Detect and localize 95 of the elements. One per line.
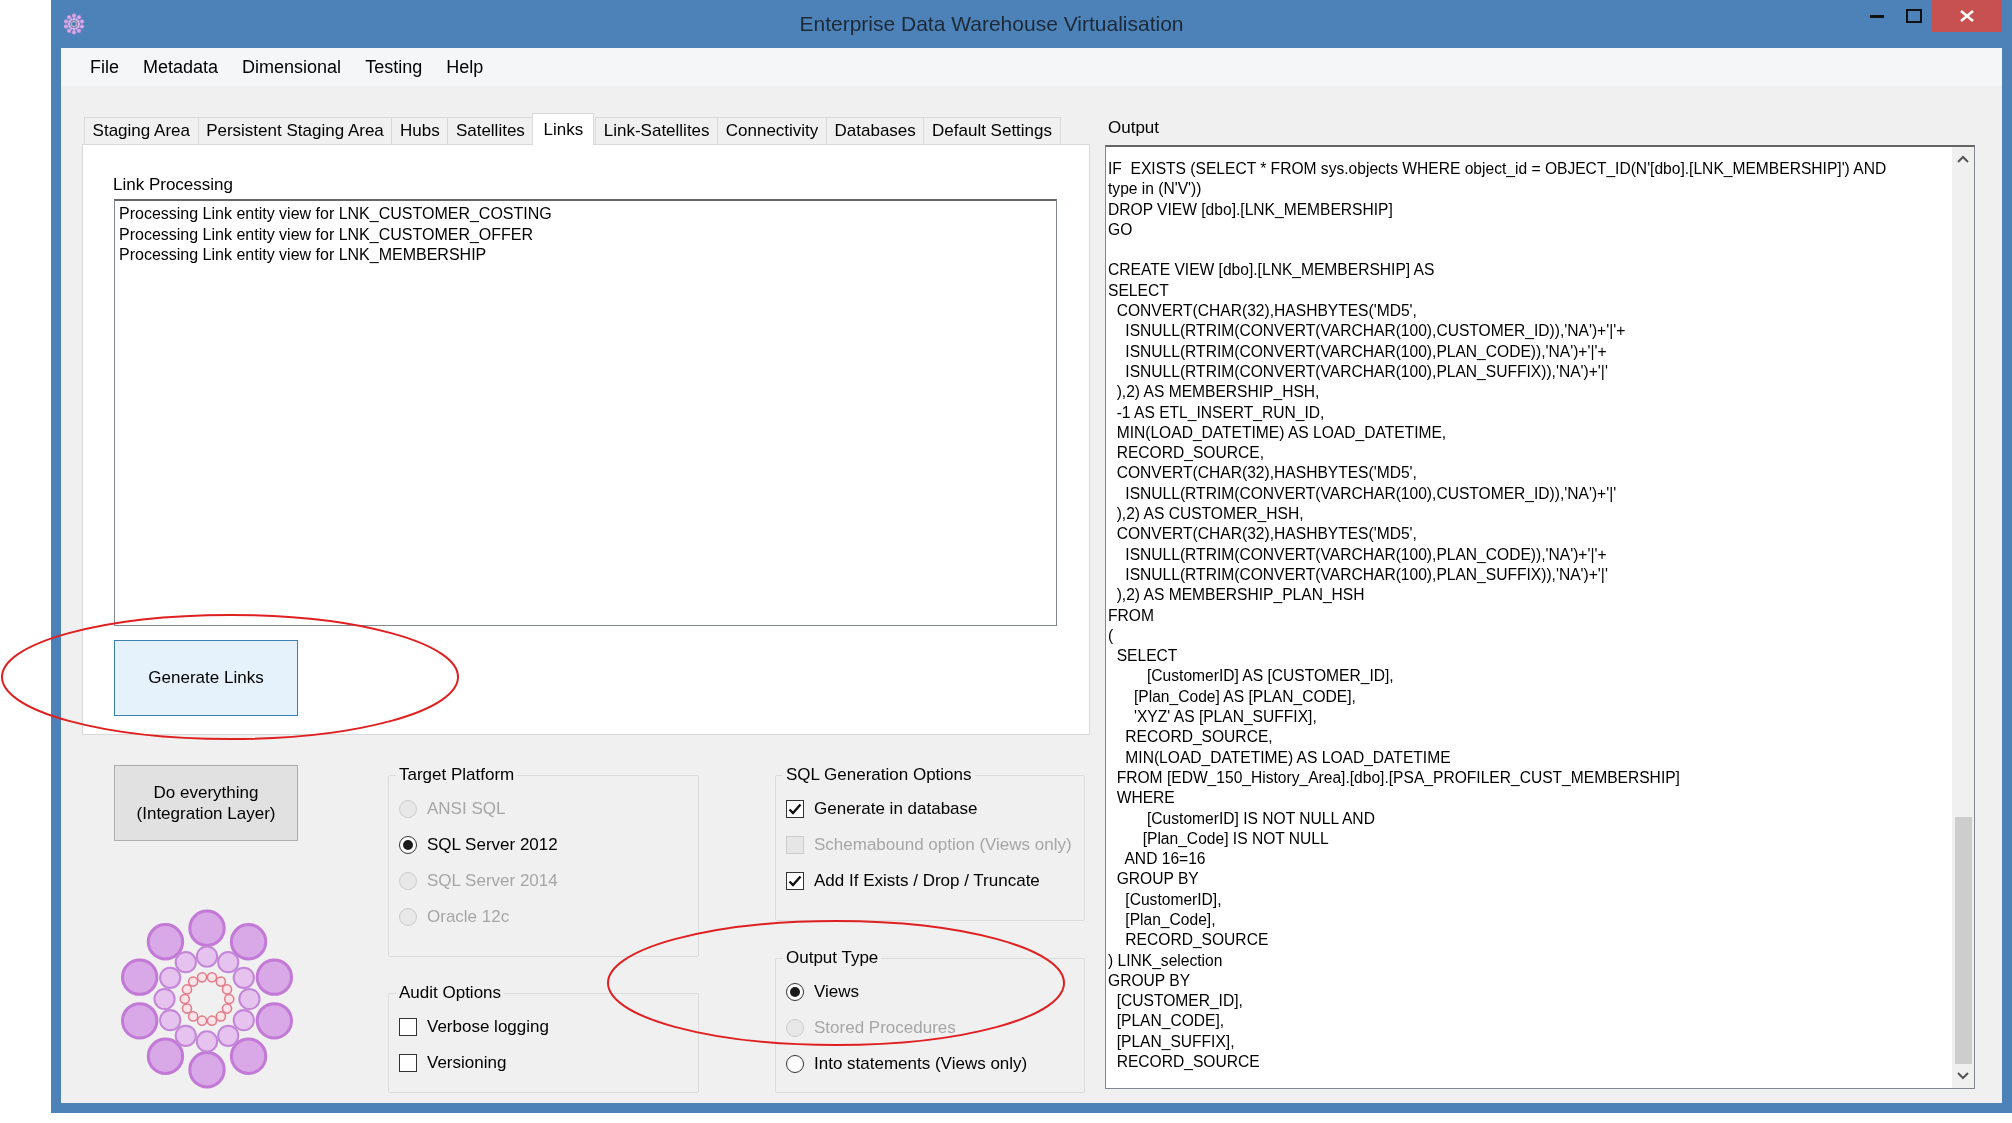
checkbox[interactable] [786, 872, 804, 890]
tab[interactable]: Link-Satellites [595, 117, 719, 144]
option-label: Schemabound option (Views only) [814, 835, 1072, 855]
code-line: -1 AS ETL_INSERT_RUN_ID, [1115, 402, 1326, 423]
generate-links-button[interactable]: Generate Links [114, 640, 298, 716]
menu-item[interactable]: File [78, 52, 131, 82]
option-label: SQL Server 2012 [427, 835, 558, 855]
code-line: ),2) AS MEMBERSHIP_PLAN_HSH [1115, 585, 1366, 606]
code-line: MIN(LOAD_DATETIME) AS LOAD_DATETIME [1124, 747, 1452, 768]
code-line: RECORD_SOURCE, [1115, 443, 1265, 464]
code-line: type in (N'V')) [1108, 179, 1203, 200]
option-label: Add If Exists / Drop / Truncate [814, 871, 1040, 891]
checkbox[interactable] [786, 800, 804, 818]
code-line: [Plan_Code] AS [PLAN_CODE], [1133, 686, 1357, 707]
menu-item[interactable]: Metadata [131, 52, 231, 82]
code-line: [CustomerID], [1124, 889, 1223, 910]
option-label: Verbose logging [427, 1017, 549, 1037]
code-line: ISNULL(RTRIM(CONVERT(VARCHAR(100),PLAN_CODE)),'NA')+'|'+ [1124, 341, 1608, 362]
scrollbar[interactable] [1952, 147, 1974, 1088]
code-line: IF EXISTS (SELECT * FROM sys.objects WHERE object_id = OBJECT_ID(N'[dbo].[LNK_MEMBERSHIP]') AND [1108, 159, 1888, 179]
scroll-thumb[interactable] [1954, 817, 1972, 1064]
menu-item[interactable]: Help [434, 52, 496, 82]
code-line: CONVERT(CHAR(32),HASHBYTES('MD5', [1115, 524, 1418, 545]
code-line: CREATE VIEW [dbo].[LNK_MEMBERSHIP] AS [1108, 260, 1436, 281]
option-label: Versioning [427, 1053, 507, 1073]
option-label: ANSI SQL [427, 799, 506, 819]
log-box[interactable]: Processing Link entity view for LNK_CUSTOMER_COSTING Processing Link entity view for LNK_CUSTOMER_OFFER Processing Link entity view for LNK_MEMBERSHIP [114, 199, 1057, 626]
code-line: ) LINK_selection [1108, 950, 1224, 971]
minimize-icon [1869, 14, 1884, 18]
code-line: [PLAN_SUFFIX], [1115, 1031, 1236, 1052]
code-line: ),2) AS CUSTOMER_HSH, [1115, 504, 1305, 525]
option-label: Generate in database [814, 799, 978, 819]
group-title: Output Type [785, 948, 880, 968]
code-line: ( [1108, 625, 1115, 646]
app-icon [63, 13, 85, 35]
code-line: SELECT [1115, 646, 1179, 667]
code-line: [Plan_Code] IS NOT NULL [1141, 828, 1330, 849]
code-line: ISNULL(RTRIM(CONVERT(VARCHAR(100),CUSTOMER_ID)),'NA')+'|' [1124, 483, 1618, 504]
code-line: AND 16=16 [1123, 849, 1207, 870]
close-button[interactable] [1932, 0, 2002, 32]
group-title: Audit Options [398, 983, 503, 1003]
code-line: ),2) AS MEMBERSHIP_HSH, [1115, 382, 1321, 403]
output-label: Output [1107, 118, 1161, 139]
maximize-icon [1905, 9, 1922, 23]
tab[interactable]: Default Settings [923, 117, 1061, 144]
menu-item[interactable]: Testing [353, 52, 435, 82]
code-line: [Plan_Code], [1124, 910, 1217, 930]
code-line: WHERE [1115, 788, 1176, 809]
close-icon [1960, 10, 1974, 22]
option-label: Into statements (Views only) [814, 1054, 1028, 1074]
option-label: Stored Procedures [814, 1018, 956, 1038]
code-line: CONVERT(CHAR(32),HASHBYTES('MD5', [1115, 463, 1418, 484]
group-title: SQL Generation Options [785, 765, 973, 785]
code-line: 'XYZ' AS [PLAN_SUFFIX], [1133, 707, 1318, 727]
log-line: Processing Link entity view for LNK_CUSTOMER_COSTING [119, 204, 553, 224]
code-line: ISNULL(RTRIM(CONVERT(VARCHAR(100),PLAN_SUFFIX)),'NA')+'|' [1124, 361, 1609, 382]
code-line: RECORD_SOURCE [1124, 930, 1270, 951]
group-title: Target Platform [398, 765, 516, 785]
checkbox[interactable] [399, 1054, 417, 1072]
code-line: FROM [1108, 605, 1155, 626]
do-everything-button[interactable]: Do everything (Integration Layer) [114, 765, 298, 841]
tab[interactable]: Staging Area [84, 117, 199, 144]
option-label: SQL Server 2014 [427, 871, 558, 891]
section-label: Link Processing [113, 175, 234, 196]
code-line: FROM [EDW_150_History_Area].[dbo].[PSA_PROFILER_CUST_MEMBERSHIP] [1115, 767, 1681, 788]
option-label: Oracle 12c [427, 907, 510, 927]
menu-item[interactable]: Dimensional [230, 52, 354, 82]
code-line: ISNULL(RTRIM(CONVERT(VARCHAR(100),PLAN_SUFFIX)),'NA')+'|' [1124, 564, 1609, 585]
code-line: RECORD_SOURCE, [1124, 727, 1274, 748]
option-label: Views [814, 982, 860, 1002]
code-line: RECORD_SOURCE [1115, 1052, 1261, 1073]
radio-button[interactable] [786, 1055, 804, 1073]
code-line: ISNULL(RTRIM(CONVERT(VARCHAR(100),PLAN_CODE)),'NA')+'|'+ [1124, 544, 1608, 565]
output-box[interactable] [1105, 145, 1975, 1089]
code-line: [PLAN_CODE], [1115, 1011, 1226, 1032]
scroll-up-icon[interactable] [1957, 155, 1969, 163]
log-line: Processing Link entity view for LNK_CUSTOMER_OFFER [119, 224, 535, 245]
code-line: GO [1108, 219, 1134, 240]
log-line: Processing Link entity view for LNK_MEMBERSHIP [119, 245, 488, 265]
code-line: SELECT [1108, 280, 1170, 301]
scroll-down-icon[interactable] [1957, 1072, 1969, 1080]
code-line: [CustomerID] IS NOT NULL AND [1146, 808, 1376, 829]
window-title: Enterprise Data Warehouse Virtualisation [798, 12, 1185, 36]
code-line: [CustomerID] AS [CUSTOMER_ID], [1146, 666, 1395, 687]
code-line: GROUP BY [1108, 970, 1192, 991]
code-line: DROP VIEW [dbo].[LNK_MEMBERSHIP] [1108, 199, 1394, 220]
checkbox[interactable] [399, 1018, 417, 1036]
radio-button[interactable] [786, 983, 804, 1001]
code-line: [CUSTOMER_ID], [1115, 991, 1244, 1012]
code-line: MIN(LOAD_DATETIME) AS LOAD_DATETIME, [1115, 422, 1448, 443]
tab[interactable]: Links [532, 113, 595, 145]
code-line: GROUP BY [1115, 869, 1200, 890]
code-line: ISNULL(RTRIM(CONVERT(VARCHAR(100),CUSTOMER_ID)),'NA')+'|'+ [1124, 321, 1627, 342]
radio-button[interactable] [399, 836, 417, 854]
code-line: CONVERT(CHAR(32),HASHBYTES('MD5', [1115, 301, 1418, 322]
